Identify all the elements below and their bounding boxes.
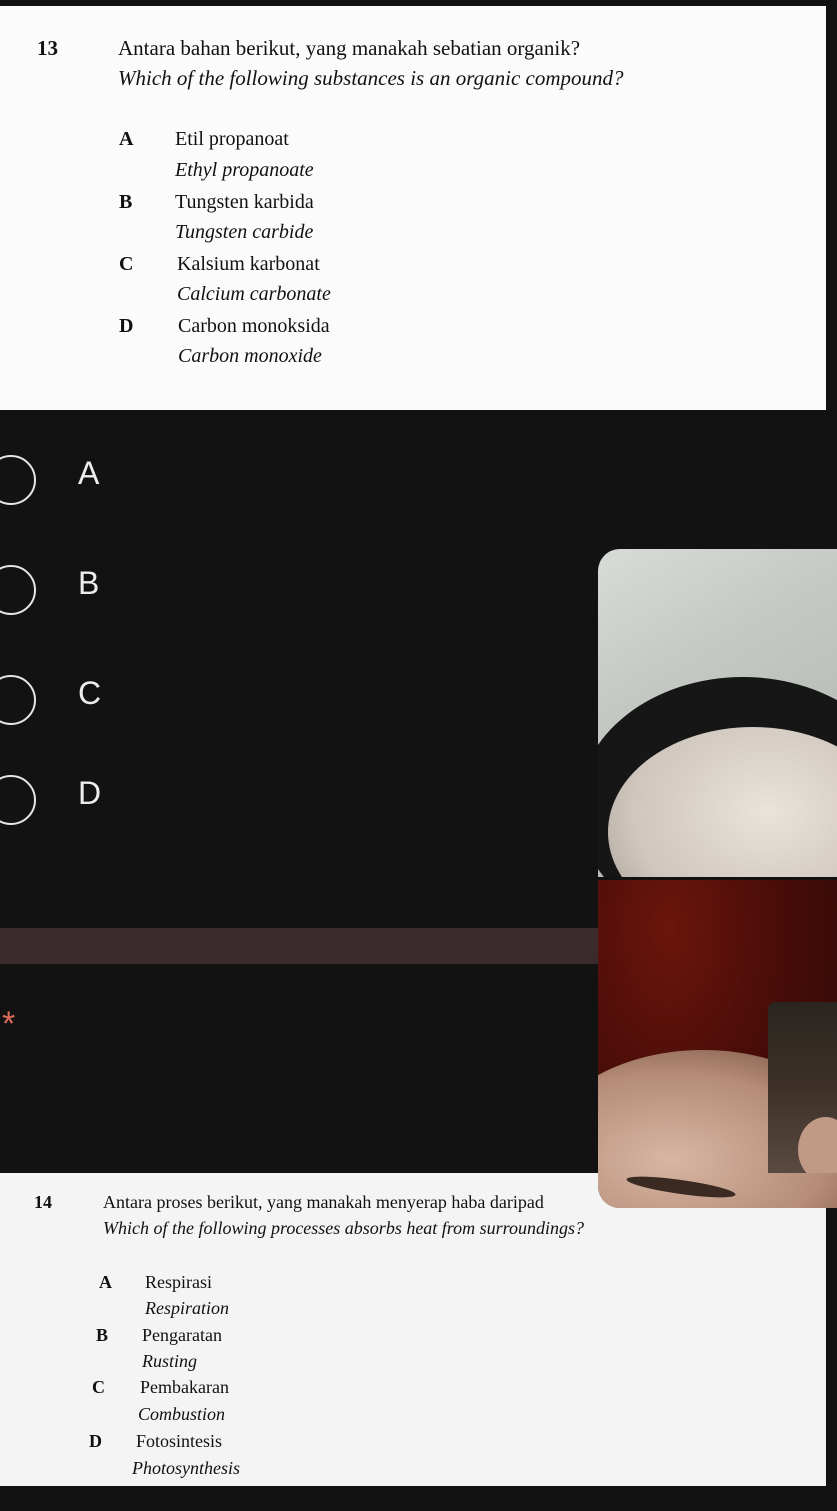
option-d-en: Photosynthesis [132,1458,240,1478]
option-d-ms: Fotosintesis [136,1431,223,1451]
question-text-ms: Antara bahan berikut, yang manakah sebat… [118,36,581,60]
answer-choice-label: D [78,775,102,811]
video-tile-participant-1[interactable] [598,549,837,877]
option-c-ms: Pembakaran [140,1377,229,1397]
option-letter-c: C [92,1377,105,1397]
question-number: 14 [34,1192,52,1212]
option-letter-a: A [99,1272,112,1292]
answer-choice-d[interactable]: D [0,765,590,825]
question-14-image: 14 Antara proses berikut, yang manakah m… [0,1173,826,1486]
radio-button[interactable] [0,565,36,615]
option-d-ms: Carbon monoksida [178,315,330,337]
answer-choice-label: A [78,455,100,491]
option-a-en: Ethyl propanoate [175,159,314,181]
option-d-en: Carbon monoxide [178,345,322,367]
face-shape [798,1117,837,1173]
option-c-en: Combustion [138,1404,226,1424]
option-letter-a: A [119,128,134,150]
option-letter-d: D [89,1431,102,1451]
option-letter-d: D [119,315,134,337]
radio-button[interactable] [0,455,36,505]
radio-button[interactable] [0,775,36,825]
answer-choice-label: B [78,565,100,601]
radio-button[interactable] [0,675,36,725]
option-letter-c: C [119,253,134,275]
option-a-ms: Etil propanoat [175,128,289,150]
section-divider [0,928,600,964]
question-text-ms: Antara proses berikut, yang manakah meny… [103,1192,544,1212]
question-number: 13 [37,36,58,60]
option-a-ms: Respirasi [145,1272,212,1292]
answer-choice-label: C [78,675,102,711]
answer-choice-c[interactable]: C [0,665,590,725]
required-marker: * [2,1005,16,1043]
option-c-en: Calcium carbonate [177,283,331,305]
question-text-en: Which of the following processes absorbs… [103,1218,584,1238]
answer-choice-b[interactable]: B [0,555,590,615]
question-text-en: Which of the following substances is an … [118,66,624,90]
option-a-en: Respiration [145,1298,229,1318]
option-b-en: Tungsten carbide [175,221,314,243]
option-b-en: Rusting [142,1351,198,1371]
video-tile-self-view[interactable] [768,1002,837,1173]
answer-choice-a[interactable]: A [0,445,590,505]
option-letter-b: B [96,1325,109,1345]
option-b-ms: Tungsten karbida [175,191,314,213]
option-letter-b: B [119,191,133,213]
option-c-ms: Kalsium karbonat [177,253,320,275]
question-13-image: 13 Antara bahan berikut, yang manakah se… [0,6,826,410]
option-b-ms: Pengaratan [142,1325,222,1345]
